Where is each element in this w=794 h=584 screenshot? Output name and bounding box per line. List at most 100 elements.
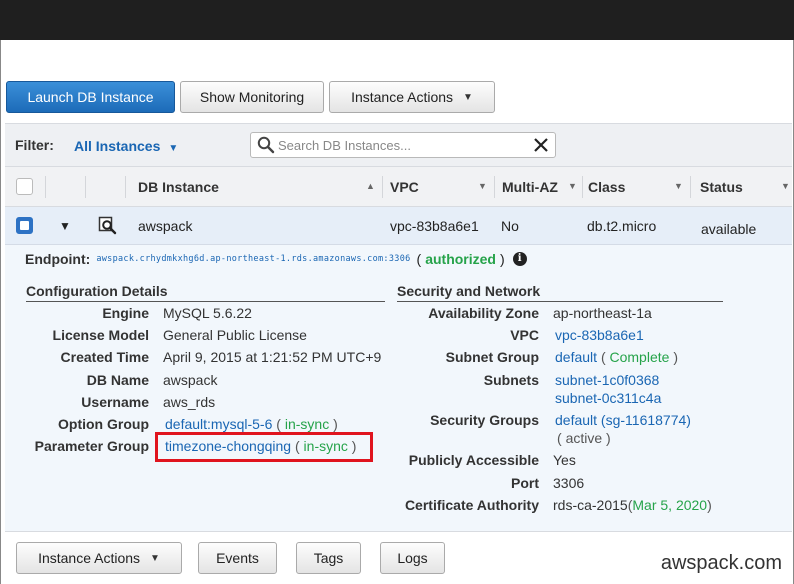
show-monitoring-button[interactable]: Show Monitoring [180,81,324,113]
parameter-group-label: Parameter Group [34,438,149,454]
bottom-instance-actions-label: Instance Actions [38,550,141,566]
availability-zone-label: Availability Zone [428,305,539,321]
created-time-value: April 9, 2015 at 1:21:52 PM UTC+9 [163,349,382,365]
port-label: Port [511,475,539,491]
subnet-group-label: Subnet Group [445,349,539,365]
security-group-status-wrap: ( active ) [557,430,611,446]
sort-icon[interactable]: ▼ [568,181,577,191]
endpoint-url[interactable]: awspack.crhydmkxhg6d.ap-northeast-1.rds.… [96,254,410,264]
subnets-label: Subnets [483,372,539,388]
table-header: DB Instance ▲ VPC ▼ Multi-AZ ▼ Class ▼ S… [5,167,792,207]
events-label: Events [216,550,259,566]
certificate-authority-name: rds-ca-2015 [553,497,628,513]
collapse-row-icon[interactable]: ▼ [59,219,71,233]
paren-open: ( [416,251,422,267]
column-divider [582,176,583,198]
watermark: awspack.com [660,552,782,574]
security-network-heading: Security and Network [397,283,723,302]
engine-label: Engine [102,305,149,321]
certificate-authority-value: rds-ca-2015(Mar 5, 2020) [553,497,712,513]
column-header-db-instance[interactable]: DB Instance [138,179,219,195]
highlight-box [155,432,373,462]
chevron-down-icon: ▼ [168,143,179,154]
security-groups-label: Security Groups [430,412,539,428]
column-divider [125,176,126,198]
publicly-accessible-value: Yes [553,452,576,468]
availability-zone-value: ap-northeast-1a [553,305,652,321]
vpc-link[interactable]: vpc-83b8a6e1 [555,327,644,343]
search-box [250,132,556,158]
created-time-label: Created Time [60,349,149,365]
endpoint-status: authorized [425,251,496,267]
security-group-link[interactable]: default (sg-11618774) [555,412,691,428]
sort-icon[interactable]: ▼ [478,181,487,191]
username-value: aws_rds [163,394,216,410]
endpoint-label: Endpoint: [25,251,91,267]
subnet-group-value: default ( Complete ) [555,349,678,365]
instance-actions-label: Instance Actions [351,89,454,105]
instance-actions-button[interactable]: Instance Actions ▼ [329,81,495,113]
sort-asc-icon[interactable]: ▲ [366,181,375,191]
filter-dropdown[interactable]: All Instances ▼ [74,138,178,154]
db-name-label: DB Name [86,372,149,388]
option-group-value: default:mysql-5-6 ( in-sync ) [165,416,338,432]
top-bar [0,0,794,40]
row-multi-az: No [501,218,519,234]
column-header-vpc[interactable]: VPC [390,179,419,195]
show-monitoring-label: Show Monitoring [199,89,305,105]
db-name-value: awspack [163,372,218,388]
certificate-expiry-date: Mar 5, 2020 [632,497,708,513]
tags-button[interactable]: Tags [296,542,361,574]
column-divider [382,176,383,198]
option-group-status: in-sync [284,416,330,432]
vpc-label: VPC [510,327,539,343]
certificate-authority-label: Certificate Authority [404,497,539,513]
chevron-down-icon: ▼ [150,552,160,564]
row-class: db.t2.micro [587,218,657,234]
option-group-link[interactable]: default:mysql-5-6 [165,416,272,432]
logs-button[interactable]: Logs [380,542,445,574]
option-group-label: Option Group [58,416,149,432]
row-status: available [701,221,757,237]
logs-label: Logs [397,550,428,566]
column-header-class[interactable]: Class [588,179,625,195]
endpoint-line: Endpoint: awspack.crhydmkxhg6d.ap-northe… [25,251,527,267]
publicly-accessible-label: Publicly Accessible [408,452,539,468]
chevron-down-icon: ▼ [463,91,473,103]
column-header-status[interactable]: Status [700,179,743,195]
select-all-checkbox[interactable] [16,178,33,195]
port-value: 3306 [553,475,585,491]
tags-label: Tags [313,550,344,566]
filter-selected-value: All Instances [74,138,161,154]
engine-value: MySQL 5.6.22 [163,305,252,321]
filter-bar: Filter: All Instances ▼ [5,123,792,167]
column-divider [45,176,46,198]
username-label: Username [81,394,149,410]
search-icon [257,136,275,154]
row-checkbox[interactable] [16,217,33,234]
security-group-status: active [565,430,603,446]
clear-search-icon[interactable] [531,135,551,155]
sort-icon[interactable]: ▼ [674,181,683,191]
launch-db-instance-button[interactable]: Launch DB Instance [6,81,175,113]
info-icon[interactable]: i [512,252,527,266]
magnifier-details-icon[interactable] [98,216,118,236]
subnet-link[interactable]: subnet-0c311c4a [555,390,661,406]
configuration-details-heading: Configuration Details [26,283,385,302]
events-button[interactable]: Events [198,542,277,574]
license-model-label: License Model [52,327,149,343]
sort-icon[interactable]: ▼ [781,181,790,191]
table-row[interactable]: ▼ awspack vpc-83b8a6e1 No db.t2.micro av… [5,207,792,245]
column-divider [85,176,86,198]
bottom-instance-actions-button[interactable]: Instance Actions ▼ [16,542,182,574]
subnet-group-link[interactable]: default [555,349,597,365]
subnet-group-status: Complete [609,349,670,365]
launch-button-label: Launch DB Instance [27,89,154,105]
column-divider [690,176,691,198]
license-model-value: General Public License [163,327,307,343]
subnet-link[interactable]: subnet-1c0f0368 [555,372,659,388]
column-header-multi-az[interactable]: Multi-AZ [502,179,558,195]
search-input[interactable] [278,137,528,153]
filter-label: Filter: [15,137,54,153]
column-divider [494,176,495,198]
